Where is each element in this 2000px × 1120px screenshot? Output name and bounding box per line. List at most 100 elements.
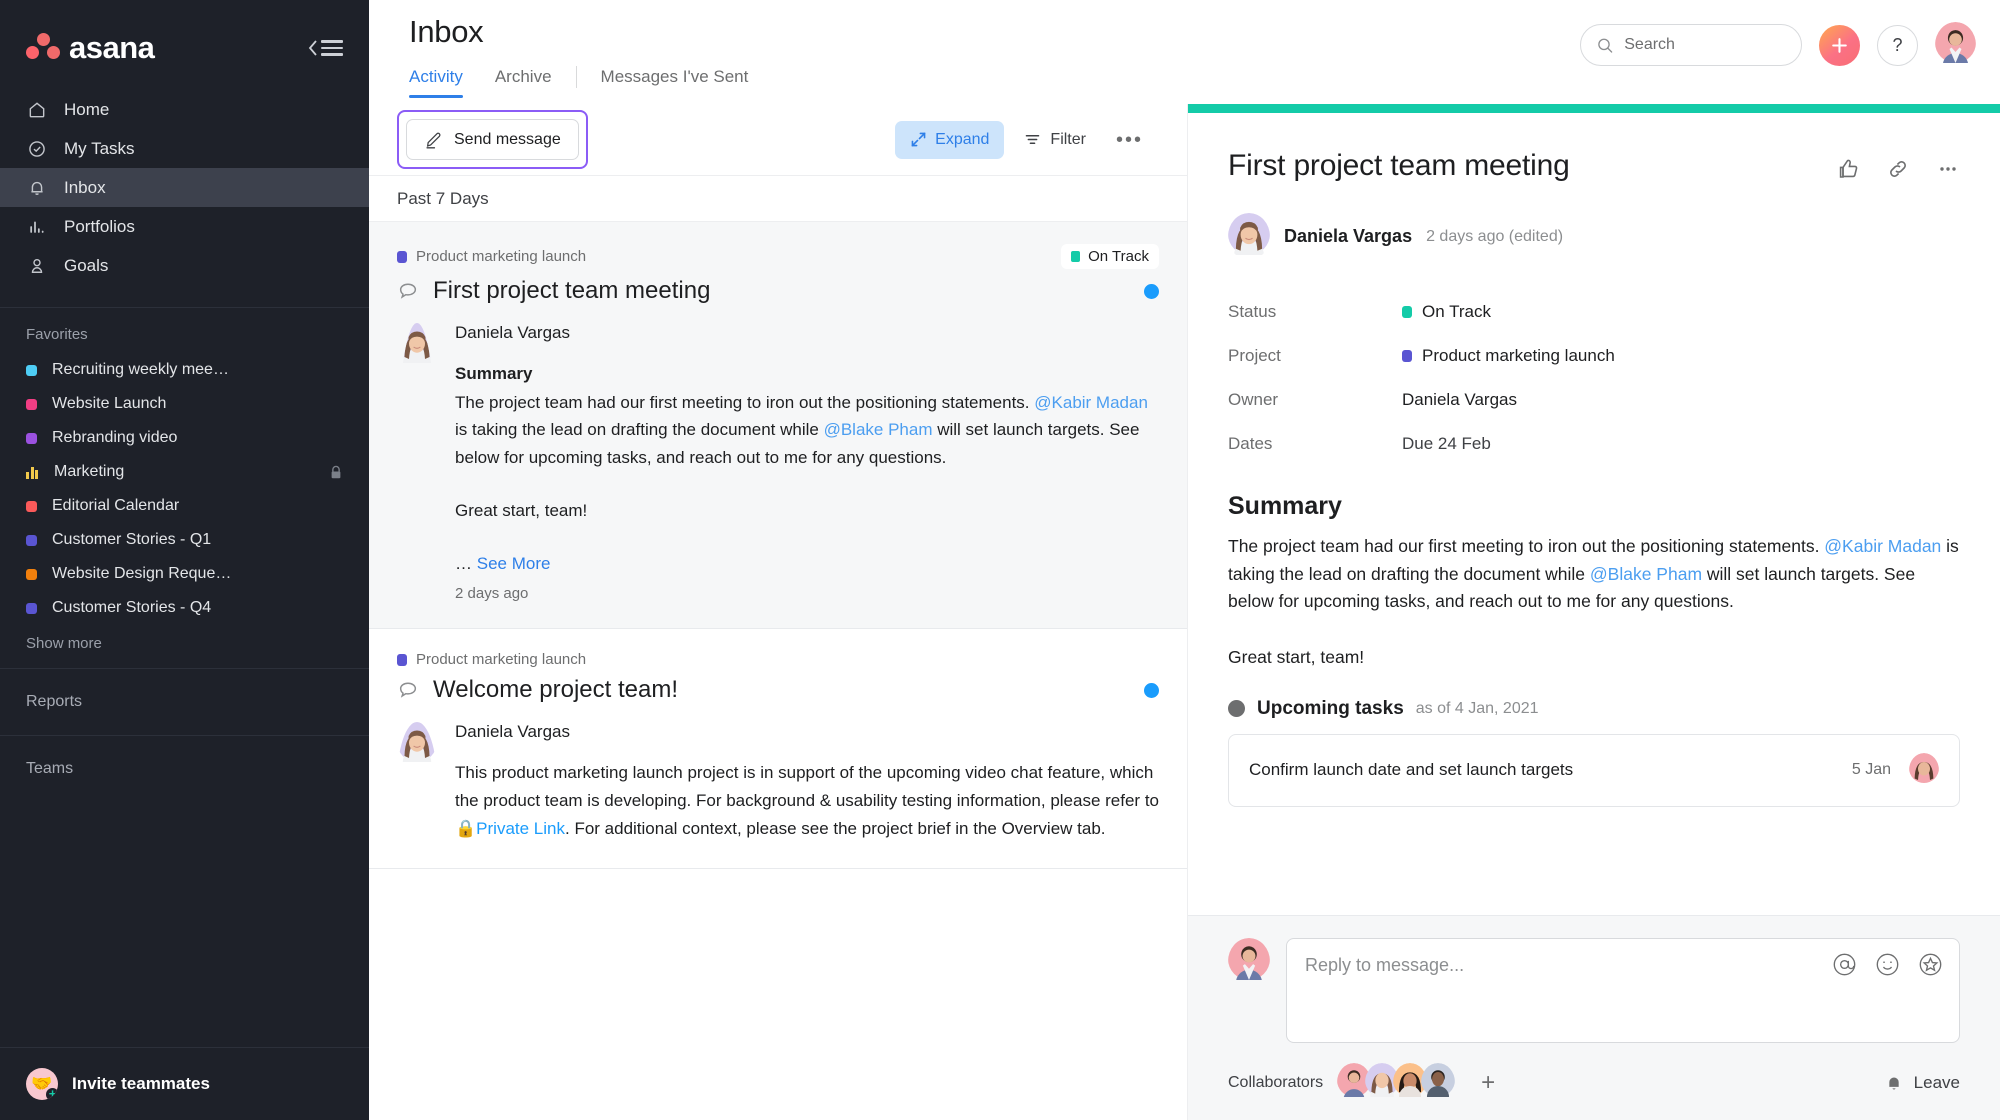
expand-button[interactable]: Expand bbox=[895, 120, 1005, 159]
inbox-item-title-row: First project team meeting bbox=[397, 277, 1159, 305]
unread-indicator[interactable] bbox=[1144, 283, 1159, 299]
detail-title: First project team meeting bbox=[1228, 149, 1570, 182]
meta-value[interactable]: Product marketing launch bbox=[1402, 346, 1615, 366]
sidebar-item-label: Portfolios bbox=[64, 216, 135, 236]
reply-tools bbox=[1832, 952, 1943, 977]
inbox-tabs: Activity Archive Messages I've Sent bbox=[409, 66, 764, 98]
avatar-image bbox=[1228, 938, 1270, 980]
status-color-dot bbox=[1071, 251, 1081, 262]
star-sticker-icon[interactable] bbox=[1918, 952, 1943, 977]
smiley-icon[interactable] bbox=[1875, 952, 1900, 977]
task-due-date: 5 Jan bbox=[1851, 761, 1891, 779]
collaborators-left: Collaborators + bbox=[1228, 1063, 1495, 1102]
unread-indicator[interactable] bbox=[1144, 682, 1159, 698]
asana-wordmark: asana bbox=[69, 30, 155, 65]
mention-kabir-madan[interactable]: @Kabir Madan bbox=[1824, 536, 1941, 556]
task-card[interactable]: Confirm launch date and set launch targe… bbox=[1228, 733, 1960, 807]
mention-blake-pham[interactable]: @Blake Pham bbox=[1590, 564, 1702, 584]
detail-author-name: Daniela Vargas bbox=[1284, 226, 1413, 246]
favorite-item-label: Website Design Reque… bbox=[52, 565, 232, 582]
leave-label: Leave bbox=[1913, 1072, 1960, 1092]
favorite-item-website-launch[interactable]: Website Launch bbox=[0, 387, 369, 421]
avatar bbox=[1228, 213, 1270, 260]
search-input[interactable] bbox=[1624, 36, 1785, 54]
favorite-item-website-design-requests[interactable]: Website Design Reque… bbox=[0, 557, 369, 591]
sidebar-item-home[interactable]: Home bbox=[0, 90, 369, 129]
tab-archive[interactable]: Archive bbox=[479, 67, 568, 98]
sidebar-section-reports[interactable]: Reports bbox=[0, 668, 369, 735]
detail-summary-heading: Summary bbox=[1228, 492, 1342, 520]
reply-input[interactable]: Reply to message... bbox=[1286, 938, 1960, 1043]
top-bar-right: ? bbox=[1580, 0, 1976, 68]
show-more-button[interactable]: Show more bbox=[0, 625, 369, 668]
project-color-dot bbox=[26, 602, 37, 614]
inbox-item-body: Daniela Vargas This product marketing la… bbox=[397, 722, 1159, 842]
private-link[interactable]: 🔒Private Link bbox=[455, 819, 565, 838]
message-subheading: Summary bbox=[455, 364, 533, 383]
project-name: Product marketing launch bbox=[416, 248, 587, 265]
sidebar-item-inbox[interactable]: Inbox bbox=[0, 168, 369, 207]
sidebar-header: asana bbox=[0, 0, 369, 78]
asana-logo[interactable]: asana bbox=[26, 30, 155, 66]
expand-label: Expand bbox=[935, 130, 990, 148]
send-message-button[interactable]: Send message bbox=[406, 119, 579, 160]
sidebar-item-portfolios[interactable]: Portfolios bbox=[0, 207, 369, 246]
meta-row-owner: Owner Daniela Vargas bbox=[1228, 378, 1960, 422]
task-meta: 5 Jan bbox=[1851, 752, 1939, 788]
favorite-item-recruiting-weekly-meeting[interactable]: Recruiting weekly mee… bbox=[0, 353, 369, 387]
at-icon[interactable] bbox=[1832, 952, 1857, 977]
favorite-item-customer-stories-q1[interactable]: Customer Stories - Q1 bbox=[0, 523, 369, 557]
inbox-list-scroll[interactable]: Product marketing launch On Track First … bbox=[369, 222, 1187, 1120]
collaborator-avatar[interactable] bbox=[1421, 1063, 1456, 1102]
mention-blake-pham[interactable]: @Blake Pham bbox=[824, 420, 933, 439]
sidebar-item-goals[interactable]: Goals bbox=[0, 246, 369, 285]
reply-placeholder: Reply to message... bbox=[1305, 955, 1465, 975]
see-more-row: … See More bbox=[455, 550, 1159, 578]
inbox-item-title-wrap: First project team meeting bbox=[397, 277, 710, 305]
top-bar: Inbox Activity Archive Messages I've Sen… bbox=[369, 0, 2000, 104]
status-badge: On Track bbox=[1061, 244, 1159, 269]
message-author: Daniela Vargas bbox=[455, 323, 570, 342]
user-avatar[interactable] bbox=[1935, 22, 1976, 68]
inbox-list-item[interactable]: Product marketing launch On Track First … bbox=[369, 222, 1187, 630]
create-button[interactable] bbox=[1819, 24, 1860, 66]
favorite-item-rebranding-video[interactable]: Rebranding video bbox=[0, 421, 369, 455]
filter-button[interactable]: Filter bbox=[1012, 121, 1098, 159]
dates-value[interactable]: Due 24 Feb bbox=[1402, 434, 1491, 454]
inbox-more-options-button[interactable]: ••• bbox=[1106, 130, 1153, 150]
avatar-image bbox=[397, 323, 437, 363]
favorite-item-label: Recruiting weekly mee… bbox=[52, 361, 229, 378]
avatar-image bbox=[397, 722, 437, 763]
tab-messages-ive-sent[interactable]: Messages I've Sent bbox=[585, 67, 765, 98]
filter-label: Filter bbox=[1050, 130, 1086, 148]
tab-activity[interactable]: Activity bbox=[409, 67, 479, 98]
inbox-item-header: Product marketing launch bbox=[397, 651, 1159, 668]
invite-teammates-button[interactable]: 🤝 + Invite teammates bbox=[0, 1047, 369, 1120]
copy-link-icon[interactable] bbox=[1886, 157, 1910, 181]
asana-app: asana Home My Tasks Inbox Portfolios Goa… bbox=[0, 0, 2000, 1120]
thumbs-up-icon[interactable] bbox=[1836, 157, 1860, 181]
collapse-sidebar-button[interactable] bbox=[307, 39, 343, 57]
meta-key: Status bbox=[1228, 302, 1277, 321]
filter-icon bbox=[1026, 134, 1040, 145]
leave-button[interactable]: Leave bbox=[1884, 1073, 1960, 1093]
see-more-ellipsis: … bbox=[455, 553, 477, 573]
inbox-item-project[interactable]: Product marketing launch bbox=[397, 248, 586, 265]
sidebar-section-teams[interactable]: Teams bbox=[0, 735, 369, 802]
bar-chart-icon bbox=[26, 216, 48, 238]
search-box[interactable] bbox=[1580, 24, 1802, 66]
see-more-link[interactable]: See More bbox=[477, 554, 551, 573]
inbox-item-project[interactable]: Product marketing launch bbox=[397, 651, 586, 668]
sidebar-item-my-tasks[interactable]: My Tasks bbox=[0, 129, 369, 168]
favorite-item-marketing[interactable]: Marketing bbox=[0, 455, 369, 489]
owner-value[interactable]: Daniela Vargas bbox=[1402, 390, 1517, 410]
add-collaborator-button[interactable]: + bbox=[1481, 1070, 1495, 1095]
more-options-icon[interactable] bbox=[1936, 157, 1960, 181]
favorite-item-editorial-calendar[interactable]: Editorial Calendar bbox=[0, 489, 369, 523]
mention-kabir-madan[interactable]: @Kabir Madan bbox=[1034, 393, 1148, 412]
help-button[interactable]: ? bbox=[1877, 24, 1918, 66]
favorite-item-customer-stories-q4[interactable]: Customer Stories - Q4 bbox=[0, 591, 369, 625]
favorite-item-label: Rebranding video bbox=[52, 429, 178, 446]
meta-value[interactable]: On Track bbox=[1402, 302, 1491, 322]
inbox-list-item[interactable]: Product marketing launch Welcome project… bbox=[369, 629, 1187, 870]
